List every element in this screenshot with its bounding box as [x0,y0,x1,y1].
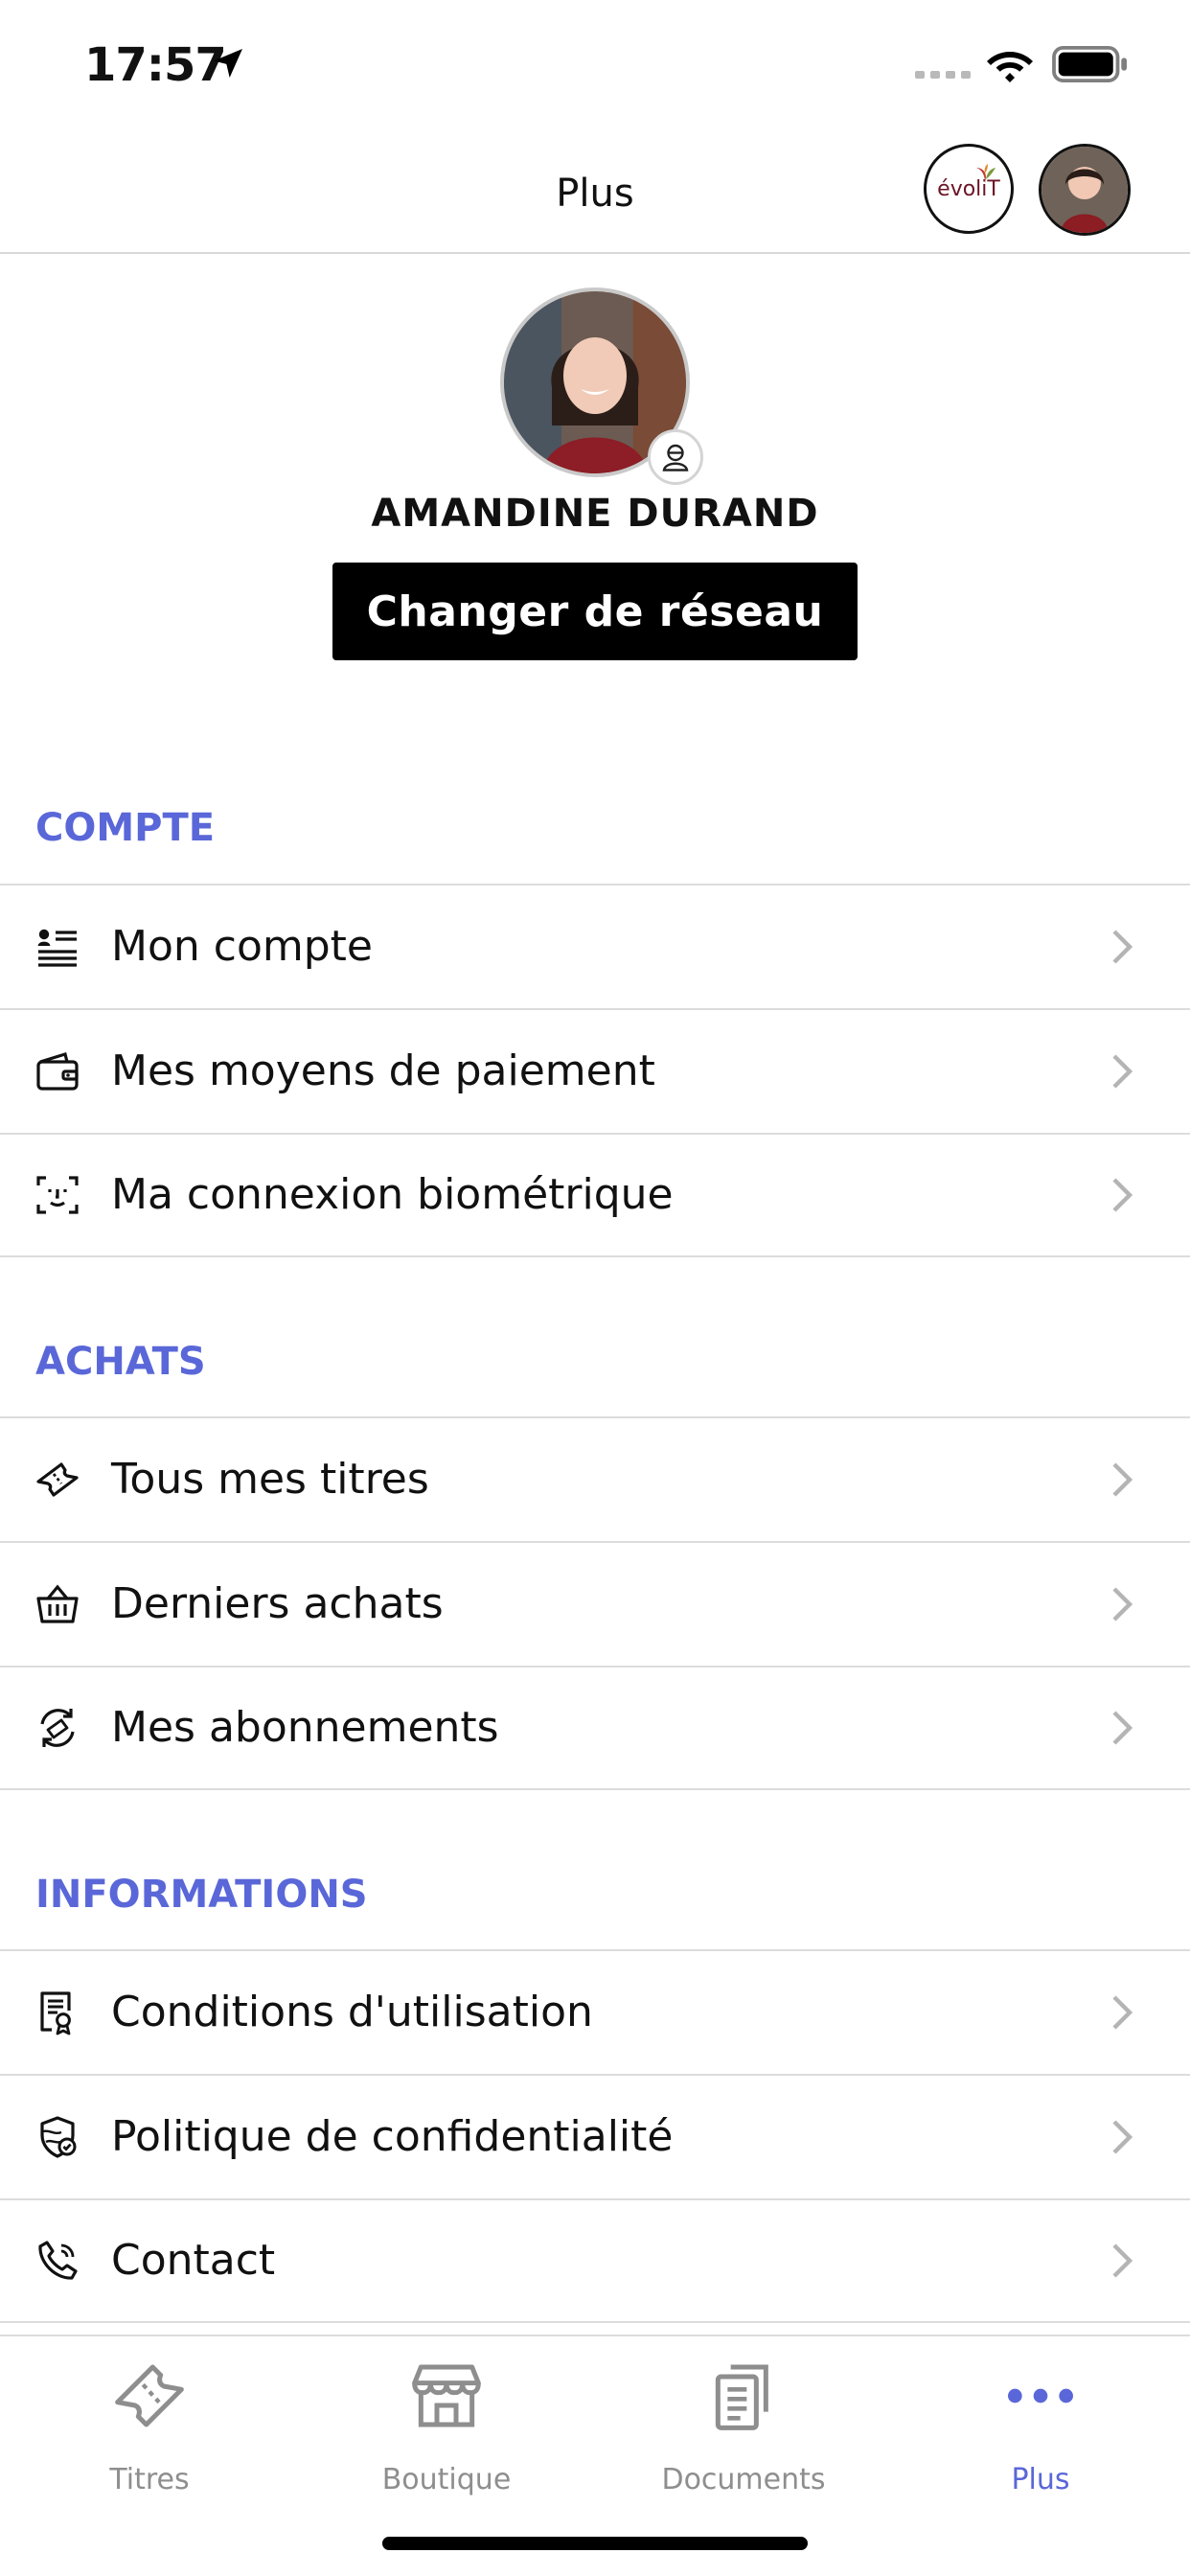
menu-item-label: Tous mes titres [111,1455,429,1504]
menu-item-privacy-policy[interactable]: Politique de confidentialité [0,2074,1190,2198]
menu-item-payment-methods[interactable]: Mes moyens de paiement [0,1008,1190,1133]
menu-item-recent-purchases[interactable]: Derniers achats [0,1541,1190,1666]
chevron-right-icon [1112,1054,1133,1089]
location-arrow-icon [214,49,242,78]
menu-item-label: Mon compte [111,922,373,971]
cellular-signal-icon [915,71,971,79]
tab-label: Titres [109,2463,190,2496]
menu-item-label: Contact [111,2236,276,2285]
chevron-right-icon [1112,1587,1133,1622]
ticket-icon [36,1462,79,1497]
phone-icon [38,2241,78,2280]
tab-label: Plus [1011,2463,1070,2496]
leaf-icon [976,164,995,183]
subscription-icon [40,1709,75,1747]
avatar[interactable] [1039,144,1131,236]
shield-check-icon [40,2116,77,2158]
wifi-icon [987,52,1033,82]
chevron-right-icon [1112,1995,1133,2030]
tab-label: Documents [661,2463,826,2496]
profile-list-icon [37,929,77,967]
menu-item-label: Ma connexion biométrique [111,1170,674,1219]
section-header-purchases: ACHATS [35,1340,206,1384]
more-dots-icon [1008,2388,1073,2404]
network-brand-badge[interactable]: évoliT [924,144,1014,234]
chevron-right-icon [1112,1462,1133,1497]
store-icon [412,2364,481,2427]
home-indicator [382,2537,808,2550]
menu-item-all-tickets[interactable]: Tous mes titres [0,1416,1190,1541]
wallet-icon [36,1051,79,1091]
menu-item-label: Derniers achats [111,1579,444,1628]
menu-item-terms-of-use[interactable]: Conditions d'utilisation [0,1949,1190,2074]
menu-item-label: Mes moyens de paiement [111,1046,655,1095]
chevron-right-icon [1112,1711,1133,1745]
chevron-right-icon [1112,2243,1133,2278]
user-photo-icon [1041,147,1128,233]
section-header-account: COMPTE [35,806,216,850]
tab-titres[interactable]: Titres [34,2358,264,2501]
tab-label: Boutique [381,2463,512,2496]
section-header-information: INFORMATIONS [35,1873,368,1917]
header-divider [0,252,1190,254]
menu-item-label: Conditions d'utilisation [111,1988,593,2036]
tab-documents[interactable]: Documents [629,2358,858,2501]
documents-icon [715,2364,768,2430]
menu-item-label: Mes abonnements [111,1703,499,1752]
chevron-right-icon [1112,1178,1133,1212]
ticket-icon [115,2364,184,2427]
tab-plus[interactable]: Plus [926,2358,1156,2501]
basket-icon [36,1584,79,1623]
driver-badge-icon [648,429,703,485]
change-network-button[interactable]: Changer de réseau [332,563,858,660]
menu-item-biometric-login[interactable]: Ma connexion biométrique [0,1133,1190,1257]
user-name: AMANDINE DURAND [371,492,819,536]
chevron-right-icon [1112,930,1133,964]
menu-item-label: Politique de confidentialité [111,2112,674,2161]
battery-icon [1052,46,1127,82]
document-certificate-icon [40,1991,71,2036]
face-id-icon [36,1176,79,1214]
tab-boutique[interactable]: Boutique [332,2358,561,2501]
menu-item-contact[interactable]: Contact [0,2198,1190,2323]
menu-item-account[interactable]: Mon compte [0,884,1190,1008]
status-time: 17:57 [84,38,227,92]
menu-item-subscriptions[interactable]: Mes abonnements [0,1666,1190,1790]
chevron-right-icon [1112,2120,1133,2154]
